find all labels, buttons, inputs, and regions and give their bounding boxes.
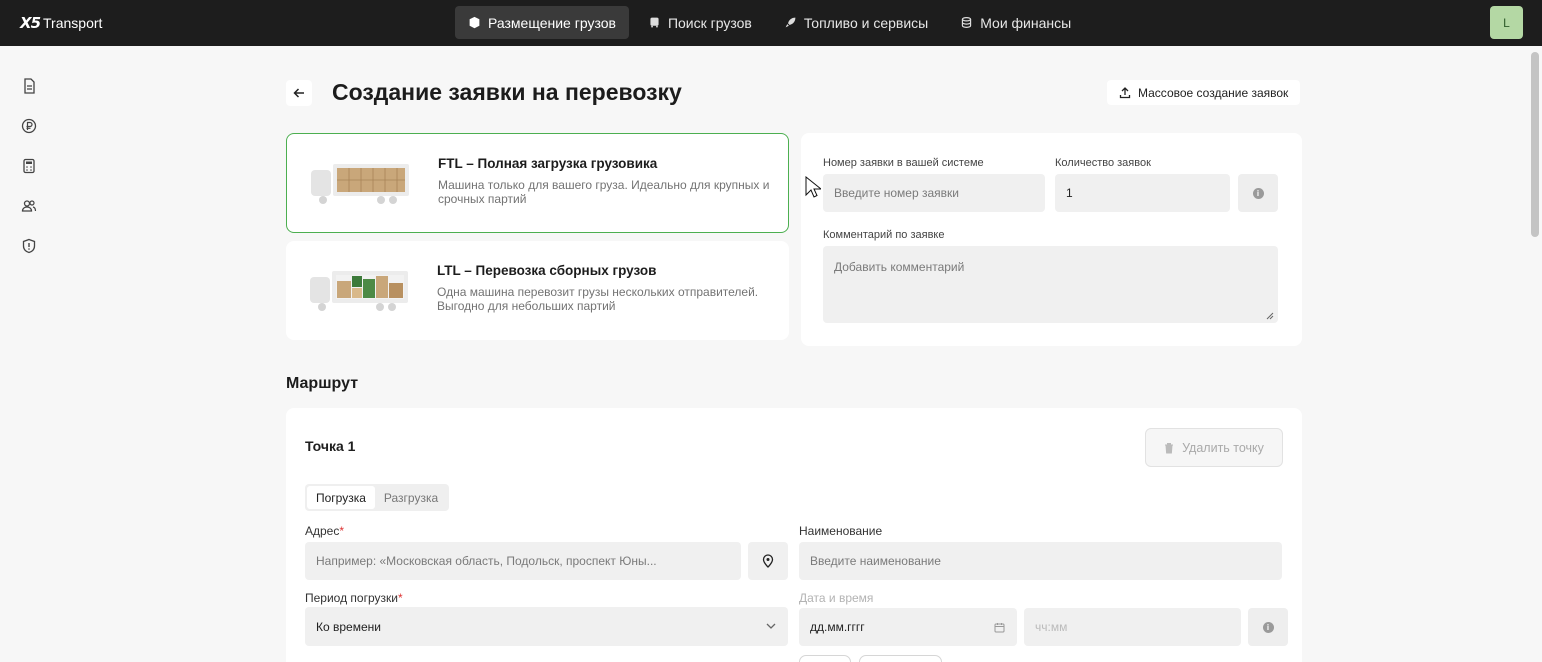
nav-item-placement[interactable]: Размещение грузов <box>455 6 629 39</box>
comment-textarea[interactable]: Добавить комментарий <box>823 246 1278 323</box>
point-type-tabs: Погрузка Разгрузка <box>305 484 450 511</box>
nav-item-finances[interactable]: Мои финансы <box>947 6 1084 39</box>
type-title: FTL – Полная загрузка грузовика <box>438 156 658 171</box>
box-icon <box>469 16 480 29</box>
avatar[interactable]: L <box>1490 6 1523 39</box>
logo[interactable]: X5 Transport <box>20 12 102 34</box>
delete-point-button[interactable]: Удалить точку <box>1145 428 1283 467</box>
nav-label: Размещение грузов <box>488 14 616 31</box>
database-icon <box>962 17 972 28</box>
route-section-title: Маршрут <box>286 375 359 392</box>
arrow-left-icon <box>293 88 304 98</box>
delete-point-label: Удалить точку <box>1182 440 1264 455</box>
ruble-icon[interactable] <box>21 118 37 134</box>
name-input[interactable]: Введите наименование <box>799 542 1282 580</box>
request-number-label: Номер заявки в вашей системе <box>823 157 984 169</box>
calculator-icon[interactable] <box>21 158 37 174</box>
mouse-cursor-icon <box>805 176 821 198</box>
address-input[interactable]: Например: «Московская область, Подольск,… <box>305 542 741 580</box>
time-chip[interactable] <box>859 655 942 662</box>
calendar-icon[interactable] <box>994 622 1005 633</box>
datetime-label: Дата и время <box>799 591 874 605</box>
count-info-button[interactable]: i <box>1238 174 1278 212</box>
name-label: Наименование <box>799 524 883 538</box>
logo-mark: X5 <box>20 14 41 32</box>
info-icon: i <box>1262 621 1274 633</box>
info-icon: i <box>1252 187 1264 199</box>
bulk-create-label: Массовое создание заявок <box>1138 85 1289 100</box>
type-card-ltl[interactable]: LTL – Перевозка сборных грузов Одна маши… <box>286 241 789 340</box>
nav-item-fuel[interactable]: Топливо и сервисы <box>771 6 941 39</box>
datetime-info-button[interactable]: i <box>1248 608 1288 646</box>
scrollbar[interactable] <box>1531 52 1539 237</box>
truck-full-image <box>311 164 409 204</box>
map-pin-button[interactable] <box>748 542 788 580</box>
date-input[interactable]: дд.мм.гггг <box>799 608 1017 646</box>
users-icon[interactable] <box>21 198 37 214</box>
date-placeholder: дд.мм.гггг <box>810 620 865 634</box>
nav-label: Мои финансы <box>980 14 1072 31</box>
document-icon[interactable] <box>21 78 37 94</box>
point-title: Точка 1 <box>305 438 356 454</box>
time-input[interactable]: чч:мм <box>1024 608 1241 646</box>
shield-icon[interactable] <box>21 238 37 254</box>
type-description: Одна машина перевозит грузы нескольких о… <box>437 285 759 313</box>
period-label: Период погрузки* <box>305 591 403 605</box>
address-label: Адрес* <box>305 524 345 538</box>
period-select[interactable]: Ко времени <box>305 607 788 646</box>
page-title: Создание заявки на перевозку <box>332 79 682 105</box>
resize-handle-icon[interactable] <box>1265 311 1274 320</box>
nav-label: Поиск грузов <box>667 14 752 31</box>
tab-loading[interactable]: Погрузка <box>307 486 375 509</box>
trash-icon <box>1165 442 1174 453</box>
top-bar: X5 Transport Размещение грузов Поиск гру… <box>0 0 1542 46</box>
tab-unloading[interactable]: Разгрузка <box>375 486 447 509</box>
type-description: Машина только для вашего груза. Идеально… <box>438 178 770 206</box>
type-title: LTL – Перевозка сборных грузов <box>437 263 657 278</box>
time-chip[interactable] <box>799 655 851 662</box>
period-value: Ко времени <box>316 619 381 634</box>
type-card-ftl[interactable]: FTL – Полная загрузка грузовика Машина т… <box>286 133 789 233</box>
request-count-label: Количество заявок <box>1055 157 1151 169</box>
request-count-input[interactable]: 1 <box>1055 174 1230 212</box>
main-nav: Размещение грузов Поиск грузов Топливо и… <box>455 6 1084 39</box>
bulk-create-button[interactable]: Массовое создание заявок <box>1107 80 1301 105</box>
sidebar <box>0 46 56 662</box>
chevron-down-icon <box>766 623 776 629</box>
request-number-input[interactable]: Введите номер заявки <box>823 174 1045 212</box>
comment-label: Комментарий по заявке <box>823 229 945 241</box>
nav-item-search[interactable]: Поиск грузов <box>635 6 765 39</box>
back-button[interactable] <box>286 80 312 106</box>
logo-text: Transport <box>43 15 103 31</box>
truck-icon <box>650 17 659 28</box>
upload-icon <box>1119 86 1131 98</box>
map-pin-icon <box>762 554 774 568</box>
rocket-icon <box>785 17 796 28</box>
nav-label: Топливо и сервисы <box>803 14 929 31</box>
truck-mixed-image <box>310 271 408 311</box>
